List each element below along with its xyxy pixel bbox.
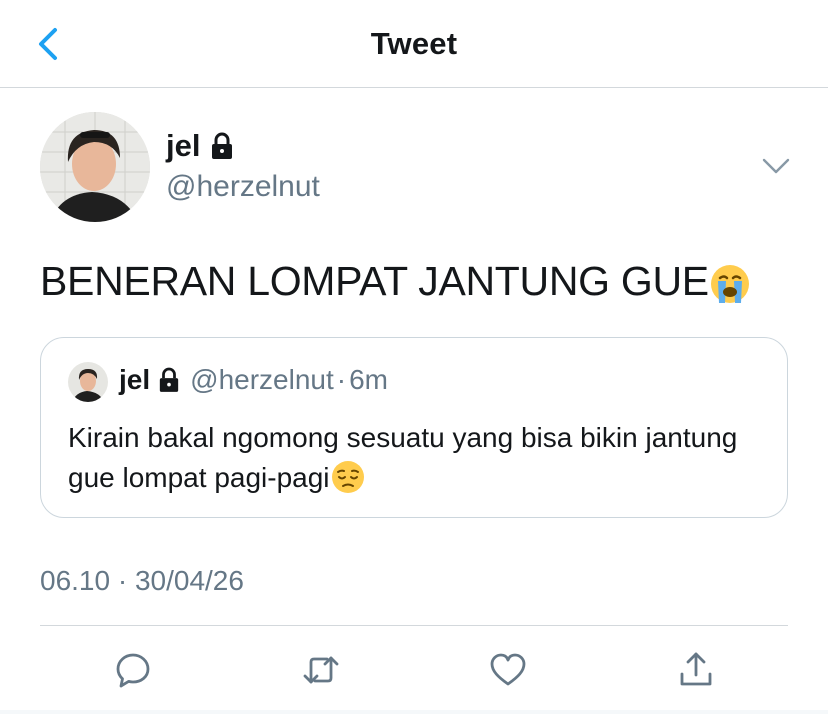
author-handle: @herzelnut <box>166 170 320 203</box>
author-name: jel <box>166 128 201 163</box>
chevron-down-icon[interactable] <box>760 152 792 180</box>
top-bar: Tweet <box>0 0 828 88</box>
quoted-meta: jel @herzelnut · 6m <box>119 364 388 396</box>
loudly-crying-face-emoji <box>710 265 749 304</box>
quoted-text: Kirain bakal ngomong sesuatu yang bisa b… <box>68 422 738 493</box>
quoted-text-block: Kirain bakal ngomong sesuatu yang bisa b… <box>68 418 768 498</box>
page-title: Tweet <box>370 26 458 61</box>
tweet-timestamp: 06.10 · 30/04/26 <box>40 565 244 596</box>
lock-icon <box>212 132 233 159</box>
divider <box>40 625 788 626</box>
quoted-avatar <box>68 362 108 402</box>
tweet-text-row: BENERAN LOMPAT JANTUNG GUE <box>40 258 751 305</box>
lock-icon <box>159 367 179 392</box>
bottom-divider <box>0 710 828 714</box>
like-icon[interactable] <box>488 650 528 690</box>
quoted-tweet-card[interactable]: jel @herzelnut · 6m Kirain bakal ngomong… <box>40 337 788 518</box>
pensive-face-emoji <box>331 461 364 493</box>
quoted-age: 6m <box>349 364 388 395</box>
action-bar <box>0 640 828 700</box>
reply-icon[interactable] <box>113 650 153 690</box>
author-name-row: jel <box>166 128 234 164</box>
retweet-icon[interactable] <box>301 650 341 690</box>
share-icon[interactable] <box>676 650 716 690</box>
quoted-author-name: jel <box>119 364 151 395</box>
tweet-text: BENERAN LOMPAT JANTUNG GUE <box>40 258 709 304</box>
meta-separator: · <box>336 364 347 395</box>
avatar[interactable] <box>40 112 150 222</box>
quoted-author-handle: @herzelnut <box>190 364 334 395</box>
